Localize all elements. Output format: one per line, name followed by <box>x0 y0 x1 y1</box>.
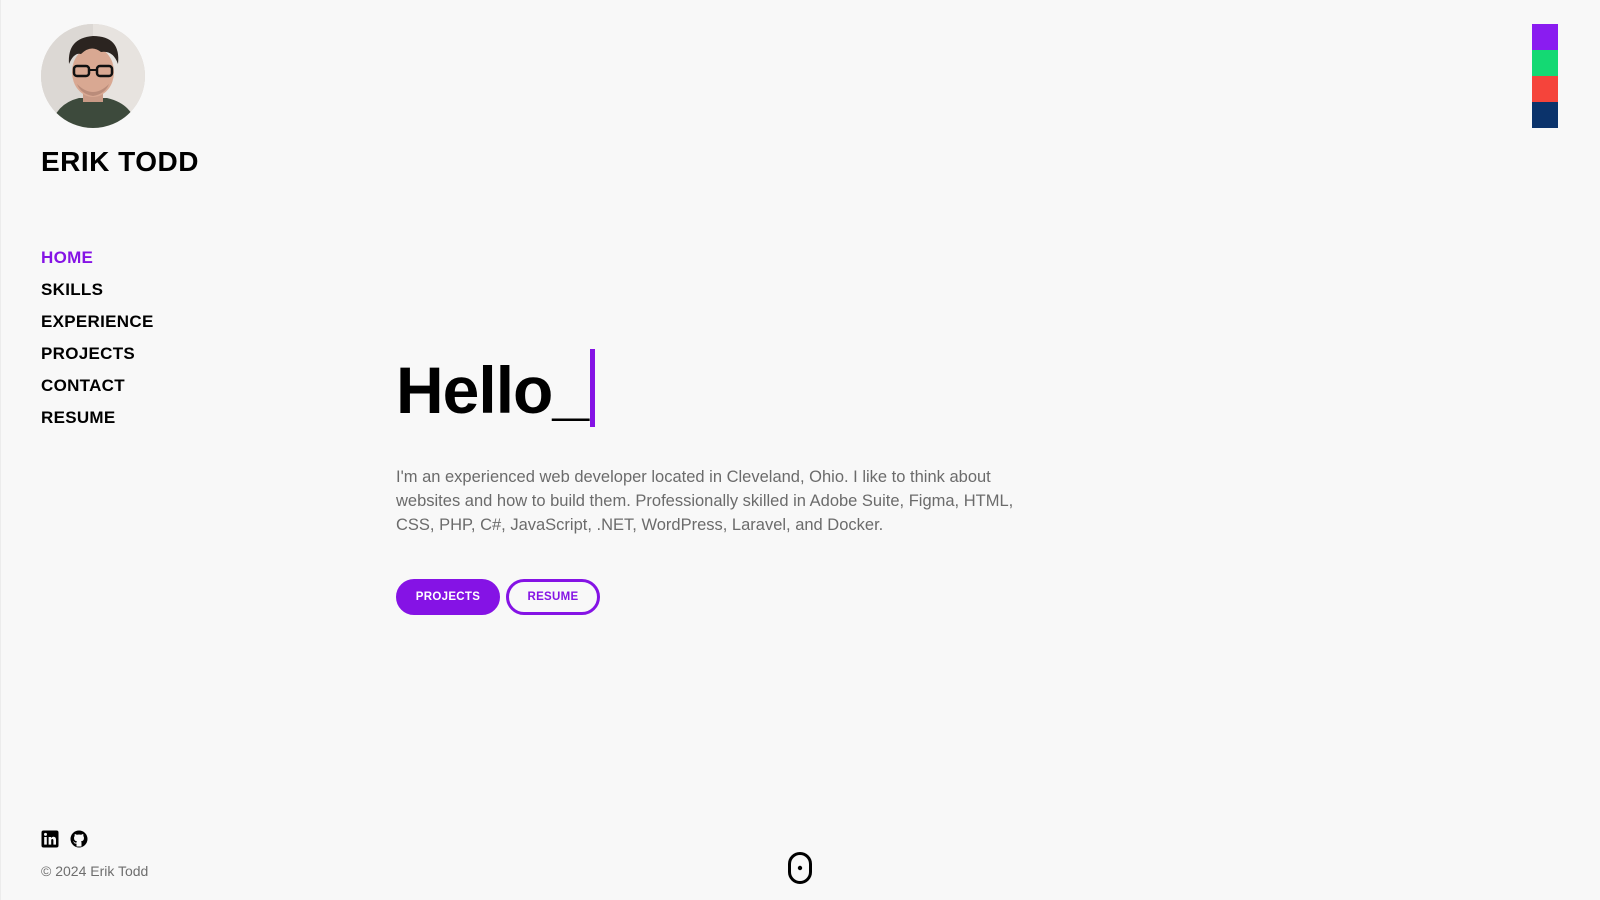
hero-greeting: Hello_ <box>396 353 589 427</box>
theme-swatch-green[interactable] <box>1532 50 1558 76</box>
nav-item-skills[interactable]: SKILLS <box>41 274 281 306</box>
copyright-text: © 2024 Erik Todd <box>41 863 149 879</box>
projects-button[interactable]: PROJECTS <box>396 579 500 615</box>
linkedin-icon[interactable] <box>41 830 59 848</box>
sidebar: ERIK TODD HOME SKILLS EXPERIENCE PROJECT… <box>41 24 281 450</box>
main-nav: HOME SKILLS EXPERIENCE PROJECTS CONTACT … <box>41 242 281 434</box>
github-icon[interactable] <box>70 830 88 848</box>
avatar <box>41 24 145 128</box>
nav-item-contact[interactable]: CONTACT <box>41 370 281 402</box>
hero-section: Hello_ I'm an experienced web developer … <box>396 345 1036 615</box>
profile-photo-icon <box>41 24 145 128</box>
hero-intro: I'm an experienced web developer located… <box>396 468 1014 534</box>
typing-caret <box>590 349 596 427</box>
mouse-scroll-icon[interactable] <box>788 852 812 884</box>
social-links <box>41 830 88 848</box>
theme-color-picker <box>1532 24 1558 128</box>
resume-button[interactable]: RESUME <box>506 579 600 615</box>
nav-item-projects[interactable]: PROJECTS <box>41 338 281 370</box>
hero-heading: Hello_ <box>396 345 1036 427</box>
nav-item-experience[interactable]: EXPERIENCE <box>41 306 281 338</box>
theme-swatch-navy[interactable] <box>1532 102 1558 128</box>
site-owner-name[interactable]: ERIK TODD <box>41 148 281 176</box>
theme-swatch-purple[interactable] <box>1532 24 1558 50</box>
page: ERIK TODD HOME SKILLS EXPERIENCE PROJECT… <box>0 0 1600 900</box>
hero-buttons: PROJECTS RESUME <box>396 579 1036 615</box>
theme-swatch-red[interactable] <box>1532 76 1558 102</box>
nav-item-resume[interactable]: RESUME <box>41 402 281 434</box>
nav-item-home[interactable]: HOME <box>41 242 281 274</box>
